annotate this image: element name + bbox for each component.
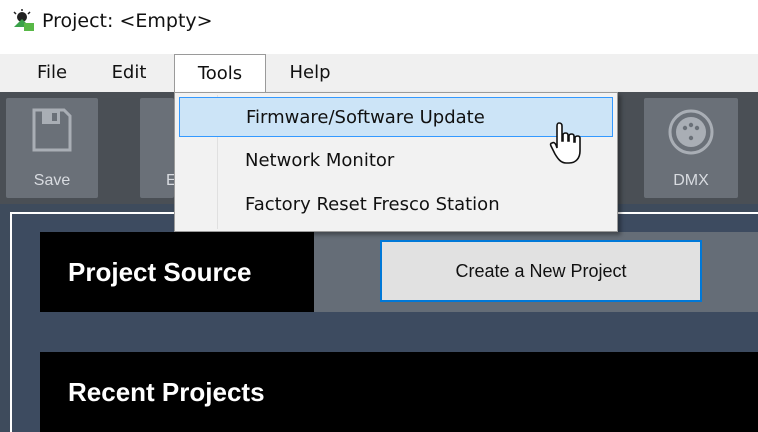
window-title: Project: <Empty> <box>42 10 213 32</box>
menu-edit[interactable]: Edit <box>104 54 154 92</box>
pointer-cursor-icon <box>549 122 581 164</box>
project-source-title: Project Source <box>40 232 314 312</box>
dmx-connector-icon <box>668 109 714 155</box>
menu-bar: File Edit Tools Help <box>0 54 758 94</box>
recent-projects-title: Recent Projects <box>40 352 758 432</box>
menu-tools[interactable]: Tools <box>174 54 266 94</box>
create-new-project-button[interactable]: Create a New Project <box>380 240 702 302</box>
save-label: Save <box>33 172 71 189</box>
toolbar-partial-label: E <box>166 172 177 189</box>
dmx-label: DMX <box>673 172 709 189</box>
menu-help[interactable]: Help <box>278 54 342 92</box>
save-button[interactable]: Save <box>6 98 98 198</box>
app-icon <box>13 9 34 31</box>
menu-item-factory-reset[interactable]: Factory Reset Fresco Station <box>179 185 613 225</box>
toolbar-button-partial[interactable]: E <box>140 98 177 198</box>
title-bar: Project: <Empty> <box>0 0 758 40</box>
dmx-button[interactable]: DMX <box>644 98 738 198</box>
menu-file[interactable]: File <box>30 54 74 92</box>
floppy-disk-icon <box>32 108 72 152</box>
menu-item-firmware-update[interactable]: Firmware/Software Update <box>179 97 613 137</box>
menu-item-network-monitor[interactable]: Network Monitor <box>179 141 613 181</box>
